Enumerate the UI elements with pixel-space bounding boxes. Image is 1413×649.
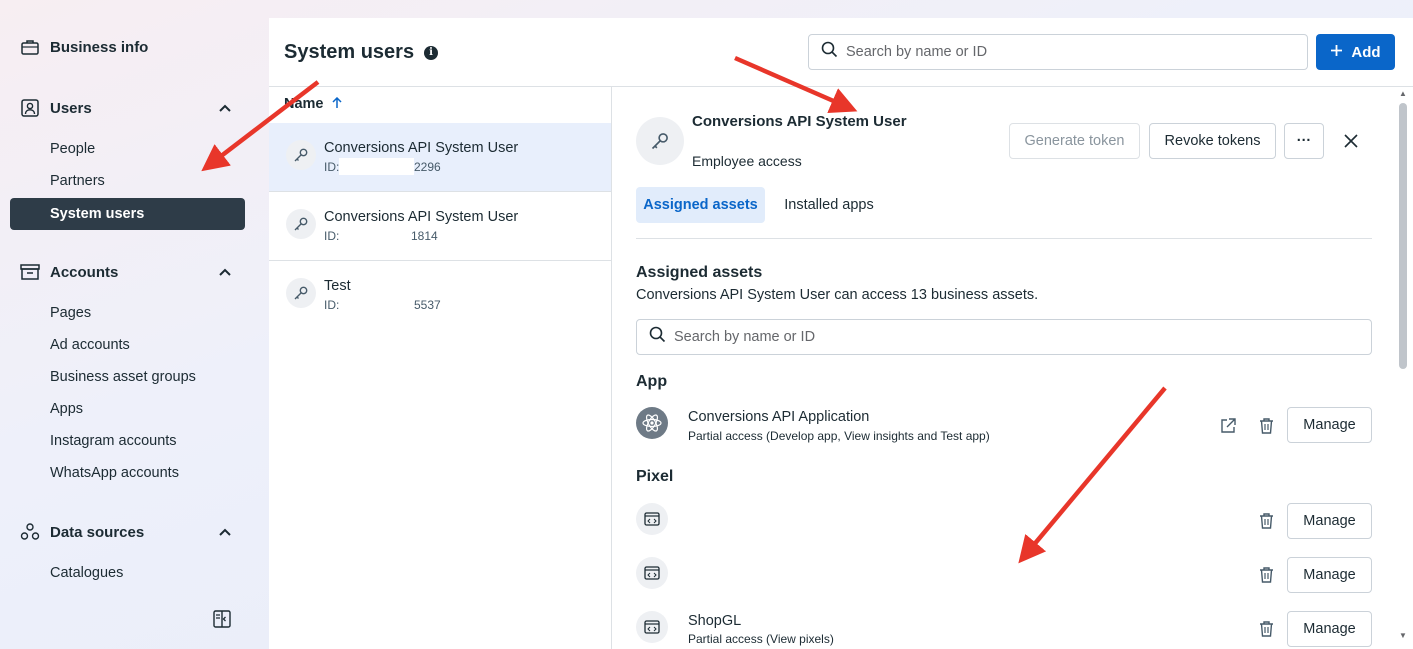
top-bar: System users i Add: [269, 18, 1413, 87]
main-panel: System users i Add Name Co: [269, 18, 1413, 649]
sidebar: Business info Users People Partners Syst…: [0, 0, 260, 649]
more-options-button[interactable]: ···: [1284, 123, 1324, 159]
pixel-icon: [636, 611, 668, 643]
add-button[interactable]: Add: [1316, 34, 1395, 70]
divider: [636, 238, 1372, 239]
trash-icon[interactable]: [1257, 620, 1275, 638]
app-access: Partial access (Develop app, View insigh…: [688, 429, 990, 443]
row-id-label: ID:: [324, 298, 340, 312]
sidebar-item-instagram-accounts[interactable]: Instagram accounts: [50, 433, 177, 449]
tab-installed-apps[interactable]: Installed apps: [774, 187, 884, 223]
sidebar-section-label: Accounts: [50, 263, 119, 281]
system-users-list: Name Conversions API System User ID: 229…: [269, 87, 612, 649]
row-id-value: 2296: [414, 160, 441, 174]
scroll-down-icon[interactable]: ▼: [1399, 631, 1407, 640]
trash-icon[interactable]: [1257, 566, 1275, 584]
chevron-up-icon[interactable]: [218, 101, 232, 115]
manage-button[interactable]: Manage: [1287, 611, 1372, 647]
chevron-up-icon[interactable]: [218, 525, 232, 539]
row-name: Conversions API System User: [324, 140, 519, 156]
row-id-label: ID:: [324, 229, 340, 243]
search-icon: [649, 326, 666, 348]
sidebar-item-label: Business info: [50, 38, 149, 56]
sidebar-item-partners[interactable]: Partners: [50, 173, 105, 189]
sidebar-item-catalogues[interactable]: Catalogues: [50, 565, 123, 581]
pixel-icon: [636, 503, 668, 535]
list-item[interactable]: Test ID: 5537: [269, 261, 611, 330]
sidebar-item-ad-accounts[interactable]: Ad accounts: [50, 337, 130, 353]
tab-assigned-assets[interactable]: Assigned assets: [636, 187, 765, 223]
data-sources-icon: [20, 522, 40, 542]
revoke-tokens-button[interactable]: Revoke tokens: [1149, 123, 1276, 159]
key-icon: [286, 278, 316, 308]
collapse-sidebar-icon[interactable]: [213, 610, 233, 630]
scroll-up-icon[interactable]: ▲: [1399, 89, 1407, 98]
scrollbar-thumb[interactable]: [1399, 103, 1407, 369]
detail-user-name: Conversions API System User: [692, 113, 907, 130]
close-icon[interactable]: [1341, 131, 1361, 151]
pixel-name: ShopGL: [688, 613, 742, 629]
trash-icon[interactable]: [1257, 417, 1275, 435]
row-name: Conversions API System User: [324, 209, 519, 225]
row-id-label: ID:: [324, 160, 340, 174]
key-icon: [286, 140, 316, 170]
row-id-value: 1814: [411, 229, 438, 243]
info-icon[interactable]: i: [424, 45, 439, 60]
sidebar-item-pages[interactable]: Pages: [50, 305, 91, 321]
assigned-assets-subtitle: Conversions API System User can access 1…: [636, 287, 1039, 303]
external-link-icon[interactable]: [1219, 417, 1237, 435]
sidebar-section-data-sources[interactable]: Data sources: [20, 522, 232, 542]
app-icon: [636, 407, 668, 439]
app-name: Conversions API Application: [688, 409, 870, 425]
asset-search-field[interactable]: [636, 319, 1372, 355]
sidebar-item-people[interactable]: People: [50, 141, 95, 157]
redaction: [339, 158, 414, 175]
list-item[interactable]: Conversions API System User ID: 1814: [269, 192, 611, 261]
sidebar-section-label: Data sources: [50, 523, 145, 541]
detail-user-role: Employee access: [692, 153, 802, 169]
chevron-up-icon[interactable]: [218, 265, 232, 279]
assigned-assets-title: Assigned assets: [636, 264, 763, 281]
system-user-detail: Conversions API System User Employee acc…: [612, 87, 1413, 649]
archive-icon: [20, 262, 40, 282]
row-id-value: 5537: [414, 298, 441, 312]
name-column-header[interactable]: Name: [284, 96, 342, 112]
pixel-access: Partial access (View pixels): [688, 632, 834, 646]
sidebar-item-business-asset-groups[interactable]: Business asset groups: [50, 369, 196, 385]
sidebar-item-whatsapp-accounts[interactable]: WhatsApp accounts: [50, 465, 179, 481]
sidebar-section-users[interactable]: Users: [20, 98, 232, 118]
manage-button[interactable]: Manage: [1287, 557, 1372, 593]
search-input[interactable]: [846, 44, 1307, 60]
row-name: Test: [324, 278, 351, 294]
search-icon: [821, 41, 838, 63]
manage-button[interactable]: Manage: [1287, 407, 1372, 443]
briefcase-icon: [20, 37, 40, 57]
pixel-icon: [636, 557, 668, 589]
page-title: System users i: [284, 41, 439, 64]
column-header-label: Name: [284, 96, 324, 112]
trash-icon[interactable]: [1257, 512, 1275, 530]
sidebar-section-accounts[interactable]: Accounts: [20, 262, 232, 282]
page-title-text: System users: [284, 41, 415, 63]
key-icon: [636, 117, 684, 165]
asset-search-input[interactable]: [674, 329, 1371, 345]
add-button-label: Add: [1351, 43, 1381, 61]
sidebar-section-label: Users: [50, 99, 92, 117]
search-field[interactable]: [808, 34, 1308, 70]
pixel-section-title: Pixel: [636, 468, 674, 485]
plus-icon: [1330, 44, 1343, 61]
list-item[interactable]: Conversions API System User ID: 2296: [269, 123, 611, 192]
sort-ascending-icon[interactable]: [331, 96, 342, 112]
users-icon: [20, 98, 40, 118]
key-icon: [286, 209, 316, 239]
sidebar-item-business-info[interactable]: Business info: [20, 37, 232, 57]
sidebar-item-system-users[interactable]: System users: [10, 198, 245, 230]
generate-token-button[interactable]: Generate token: [1009, 123, 1140, 159]
sidebar-item-apps[interactable]: Apps: [50, 401, 83, 417]
manage-button[interactable]: Manage: [1287, 503, 1372, 539]
app-section-title: App: [636, 373, 668, 390]
scrollbar[interactable]: ▲ ▼: [1396, 87, 1410, 649]
